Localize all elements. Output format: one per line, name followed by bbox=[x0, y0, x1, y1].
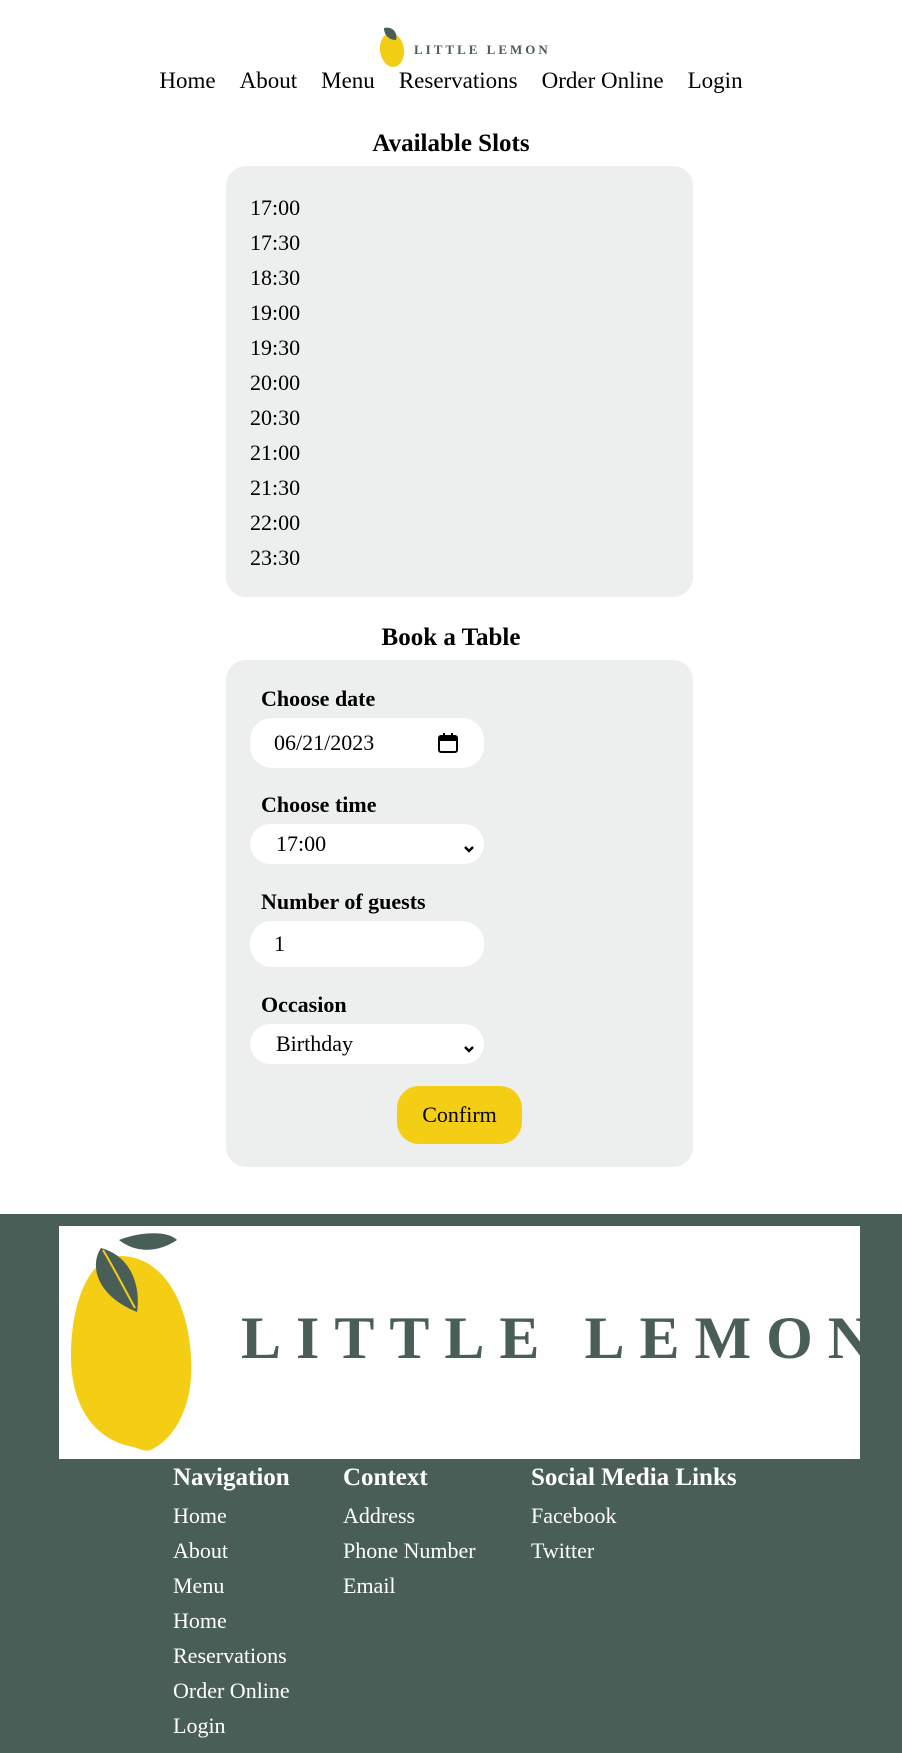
footer-link-menu[interactable]: Menu bbox=[173, 1568, 290, 1603]
guests-value: 1 bbox=[274, 931, 285, 956]
guests-input[interactable]: 1 bbox=[250, 921, 484, 967]
date-label: Choose date bbox=[261, 686, 376, 711]
footer-link-about[interactable]: About bbox=[173, 1533, 290, 1568]
footer-context-title: Context bbox=[343, 1464, 428, 1491]
slot-item: 21:30 bbox=[250, 475, 301, 500]
time-select[interactable]: 17:00 bbox=[250, 824, 484, 864]
logo-wordmark: LITTLE LEMON bbox=[414, 41, 551, 57]
footer-link-address[interactable]: Address bbox=[343, 1498, 476, 1533]
time-select-value: 17:00 bbox=[276, 831, 327, 856]
footer-context-column: Context Address Phone Number Email bbox=[343, 1463, 476, 1603]
calendar-icon[interactable] bbox=[437, 732, 459, 760]
nav-link-login[interactable]: Login bbox=[688, 68, 743, 94]
slot-item: 20:30 bbox=[250, 405, 301, 430]
occasion-select-value: Birthday bbox=[276, 1031, 353, 1056]
slot-item: 22:00 bbox=[250, 510, 301, 535]
lemon-icon bbox=[378, 22, 406, 73]
footer-navigation-column: Navigation Home About Menu Home Reservat… bbox=[173, 1463, 290, 1743]
slot-item: 19:30 bbox=[250, 335, 301, 360]
slot-item: 21:00 bbox=[250, 440, 301, 465]
guests-label: Number of guests bbox=[261, 889, 426, 914]
nav-link-order-online[interactable]: Order Online bbox=[542, 68, 664, 94]
nav-link-menu[interactable]: Menu bbox=[321, 68, 375, 94]
footer-link-phone[interactable]: Phone Number bbox=[343, 1533, 476, 1568]
footer-social-title: Social Media Links bbox=[531, 1464, 737, 1491]
slot-item: 20:00 bbox=[250, 370, 301, 395]
confirm-button[interactable]: Confirm bbox=[397, 1086, 522, 1144]
footer-logo-wordmark: LITTLE LEMON bbox=[241, 1305, 860, 1371]
date-input[interactable]: 06/21/2023 bbox=[250, 718, 484, 768]
header-logo[interactable]: LITTLE LEMON bbox=[378, 22, 551, 73]
booking-form: Choose date 06/21/2023 Choose time 17:00… bbox=[226, 660, 693, 1167]
nav-link-home[interactable]: Home bbox=[159, 68, 215, 94]
slot-item: 23:30 bbox=[250, 545, 301, 570]
occasion-select[interactable]: Birthday bbox=[250, 1024, 484, 1064]
footer-link-twitter[interactable]: Twitter bbox=[531, 1533, 737, 1568]
occasion-label: Occasion bbox=[261, 992, 347, 1017]
footer-link-home-2[interactable]: Home bbox=[173, 1603, 290, 1638]
slot-item: 17:30 bbox=[250, 230, 301, 255]
date-value: 06/21/2023 bbox=[274, 730, 375, 755]
footer-social-column: Social Media Links Facebook Twitter bbox=[531, 1463, 737, 1568]
footer: LITTLE LEMON Navigation Home About Menu … bbox=[0, 1214, 902, 1753]
footer-link-reservations[interactable]: Reservations bbox=[173, 1638, 290, 1673]
book-table-title: Book a Table bbox=[381, 624, 521, 651]
chevron-down-icon bbox=[462, 836, 476, 862]
nav-link-reservations[interactable]: Reservations bbox=[399, 68, 518, 94]
main-nav: Home About Menu Reservations Order Onlin… bbox=[0, 68, 902, 94]
slot-item: 19:00 bbox=[250, 300, 301, 325]
chevron-down-icon bbox=[462, 1036, 476, 1062]
available-slots-panel: 17:00 17:30 18:30 19:00 19:30 20:00 20:3… bbox=[226, 166, 693, 597]
footer-link-order-online[interactable]: Order Online bbox=[173, 1673, 290, 1708]
footer-link-home[interactable]: Home bbox=[173, 1498, 290, 1533]
footer-logo: LITTLE LEMON bbox=[59, 1226, 860, 1459]
slot-item: 18:30 bbox=[250, 265, 301, 290]
slot-item: 17:00 bbox=[250, 195, 301, 220]
footer-link-email[interactable]: Email bbox=[343, 1568, 476, 1603]
footer-link-login[interactable]: Login bbox=[173, 1708, 290, 1743]
available-slots-title: Available Slots bbox=[372, 130, 530, 157]
footer-link-facebook[interactable]: Facebook bbox=[531, 1498, 737, 1533]
time-label: Choose time bbox=[261, 792, 377, 817]
footer-navigation-title: Navigation bbox=[173, 1464, 290, 1491]
nav-link-about[interactable]: About bbox=[240, 68, 298, 94]
